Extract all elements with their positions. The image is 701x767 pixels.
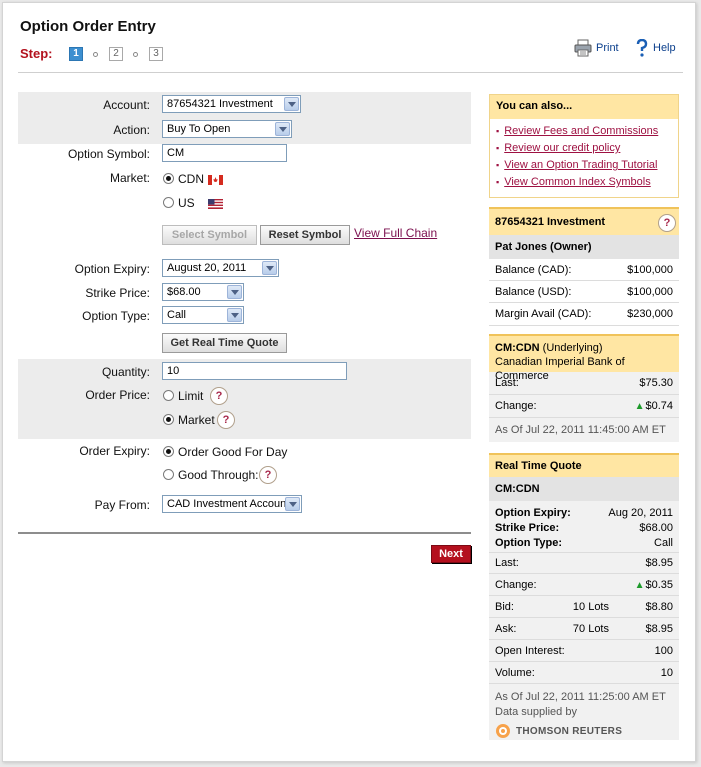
pay-from-select[interactable]: CAD Investment Account bbox=[162, 495, 302, 513]
page-title: Option Order Entry bbox=[20, 18, 156, 35]
market-cdn-radio[interactable] bbox=[163, 173, 174, 184]
good-for-day-label: Order Good For Day bbox=[178, 445, 288, 459]
market-us-radio[interactable] bbox=[163, 197, 174, 208]
chevron-down-icon bbox=[227, 308, 242, 322]
account-select[interactable]: 87654321 Investment bbox=[162, 95, 301, 113]
option-expiry-label: Option Expiry: bbox=[74, 262, 150, 276]
account-label: Account: bbox=[103, 98, 150, 112]
chevron-down-icon bbox=[285, 497, 300, 511]
review-fees-link[interactable]: Review Fees and Commissions bbox=[504, 125, 658, 137]
quote-change-row: Change: ▲$0.35 bbox=[489, 574, 679, 596]
quote-contract-details: Option Expiry: Aug 20, 2011 Strike Price:… bbox=[489, 501, 679, 553]
option-type-label: Option Type: bbox=[82, 309, 150, 323]
form-divider bbox=[18, 532, 471, 534]
market-order-label: Market bbox=[178, 413, 215, 427]
next-button[interactable]: Next bbox=[431, 545, 471, 563]
step-1[interactable]: 1 bbox=[69, 47, 83, 61]
step-separator bbox=[93, 52, 98, 57]
up-arrow-icon: ▲ bbox=[634, 401, 645, 412]
good-for-day-radio[interactable] bbox=[163, 446, 174, 457]
quote-symbol: CM:CDN bbox=[489, 477, 679, 501]
option-expiry-select[interactable]: August 20, 2011 bbox=[162, 259, 279, 277]
market-help-icon[interactable]: ? bbox=[217, 411, 235, 429]
quote-open-interest-row: Open Interest: 100 bbox=[489, 640, 679, 662]
quantity-input[interactable]: 10 bbox=[162, 362, 347, 380]
chevron-down-icon bbox=[262, 261, 277, 275]
quote-asof: As Of Jul 22, 2011 11:25:00 AM ET bbox=[495, 691, 666, 703]
chevron-down-icon bbox=[275, 122, 290, 136]
step-separator bbox=[133, 52, 138, 57]
underlying-quote-box: CM:CDN (Underlying) Canadian Imperial Ba… bbox=[489, 334, 679, 442]
quote-last-row: Last: $8.95 bbox=[489, 553, 679, 574]
canada-flag-icon bbox=[208, 175, 223, 185]
select-symbol-button[interactable]: Select Symbol bbox=[162, 225, 257, 245]
provider-logo: THOMSON REUTERS bbox=[495, 723, 673, 739]
action-select[interactable]: Buy To Open bbox=[162, 120, 292, 138]
order-price-label: Order Price: bbox=[85, 388, 150, 402]
provider-name: THOMSON REUTERS bbox=[516, 725, 623, 737]
step-label: Step: bbox=[20, 46, 53, 61]
index-symbols-link[interactable]: View Common Index Symbols bbox=[504, 176, 651, 188]
underlying-header: CM:CDN (Underlying) Canadian Imperial Ba… bbox=[489, 334, 679, 382]
data-supplied-by: Data supplied by bbox=[495, 706, 577, 718]
good-through-help-icon[interactable]: ? bbox=[259, 466, 277, 484]
print-link[interactable]: Print bbox=[596, 42, 619, 54]
good-through-label: Good Through: bbox=[178, 468, 259, 482]
margin-available-row: Margin Avail (CAD): $230,000 bbox=[489, 303, 679, 326]
market-cdn-label: CDN bbox=[178, 172, 204, 186]
quote-ask-row: Ask: 70 Lots $8.95 bbox=[489, 618, 679, 640]
quote-bid-row: Bid: 10 Lots $8.80 bbox=[489, 596, 679, 618]
reset-symbol-button[interactable]: Reset Symbol bbox=[260, 225, 350, 245]
limit-help-icon[interactable]: ? bbox=[210, 387, 228, 405]
account-owner: Pat Jones (Owner) bbox=[489, 235, 679, 259]
real-time-quote-box: Real Time Quote CM:CDN Option Expiry: Aug… bbox=[489, 453, 679, 740]
action-label: Action: bbox=[113, 123, 150, 137]
you-can-also-box: You can also... ▪ Review Fees and Commiss… bbox=[489, 94, 679, 198]
good-through-radio[interactable] bbox=[163, 469, 174, 480]
underlying-asof: As Of Jul 22, 2011 11:45:00 AM ET bbox=[489, 418, 679, 442]
get-real-time-quote-button[interactable]: Get Real Time Quote bbox=[162, 333, 287, 353]
you-can-also-title: You can also... bbox=[490, 95, 678, 119]
market-label: Market: bbox=[109, 171, 150, 185]
quantity-label: Quantity: bbox=[101, 365, 150, 379]
printer-icon[interactable] bbox=[574, 39, 592, 57]
underlying-change-row: Change: ▲$0.74 bbox=[489, 395, 679, 418]
credit-policy-link[interactable]: Review our credit policy bbox=[504, 142, 620, 154]
step-2[interactable]: 2 bbox=[109, 47, 123, 61]
option-symbol-input[interactable]: CM bbox=[162, 144, 287, 162]
balance-cad-row: Balance (CAD): $100,000 bbox=[489, 259, 679, 281]
strike-price-label: Strike Price: bbox=[85, 286, 150, 300]
account-summary-box: 87654321 Investment ? Pat Jones (Owner) … bbox=[489, 207, 679, 326]
limit-radio[interactable] bbox=[163, 390, 174, 401]
up-arrow-icon: ▲ bbox=[634, 579, 645, 591]
option-type-select[interactable]: Call bbox=[162, 306, 244, 324]
account-summary-title-text: 87654321 Investment bbox=[495, 216, 606, 228]
option-symbol-label: Option Symbol: bbox=[67, 147, 150, 161]
order-entry-panel: Option Order Entry Step: 1 2 3 Print Hel… bbox=[2, 2, 696, 762]
strike-price-select[interactable]: $68.00 bbox=[162, 283, 244, 301]
step-3[interactable]: 3 bbox=[149, 47, 163, 61]
us-flag-icon bbox=[208, 199, 223, 209]
thomson-reuters-logo-icon bbox=[495, 723, 511, 739]
real-time-quote-title: Real Time Quote bbox=[489, 453, 679, 477]
account-summary-title: 87654321 Investment ? bbox=[489, 207, 679, 235]
chevron-down-icon bbox=[284, 97, 299, 111]
quote-volume-row: Volume: 10 bbox=[489, 662, 679, 684]
order-expiry-label: Order Expiry: bbox=[79, 444, 150, 458]
help-question-icon[interactable] bbox=[635, 38, 649, 57]
account-help-icon[interactable]: ? bbox=[658, 214, 676, 232]
view-full-chain-link[interactable]: View Full Chain bbox=[354, 226, 437, 240]
market-us-label: US bbox=[178, 196, 195, 210]
help-link[interactable]: Help bbox=[653, 42, 676, 54]
market-order-radio[interactable] bbox=[163, 414, 174, 425]
chevron-down-icon bbox=[227, 285, 242, 299]
limit-label: Limit bbox=[178, 389, 204, 403]
balance-usd-row: Balance (USD): $100,000 bbox=[489, 281, 679, 303]
pay-from-label: Pay From: bbox=[94, 498, 150, 512]
option-tutorial-link[interactable]: View an Option Trading Tutorial bbox=[504, 159, 657, 171]
header-divider bbox=[18, 72, 683, 73]
